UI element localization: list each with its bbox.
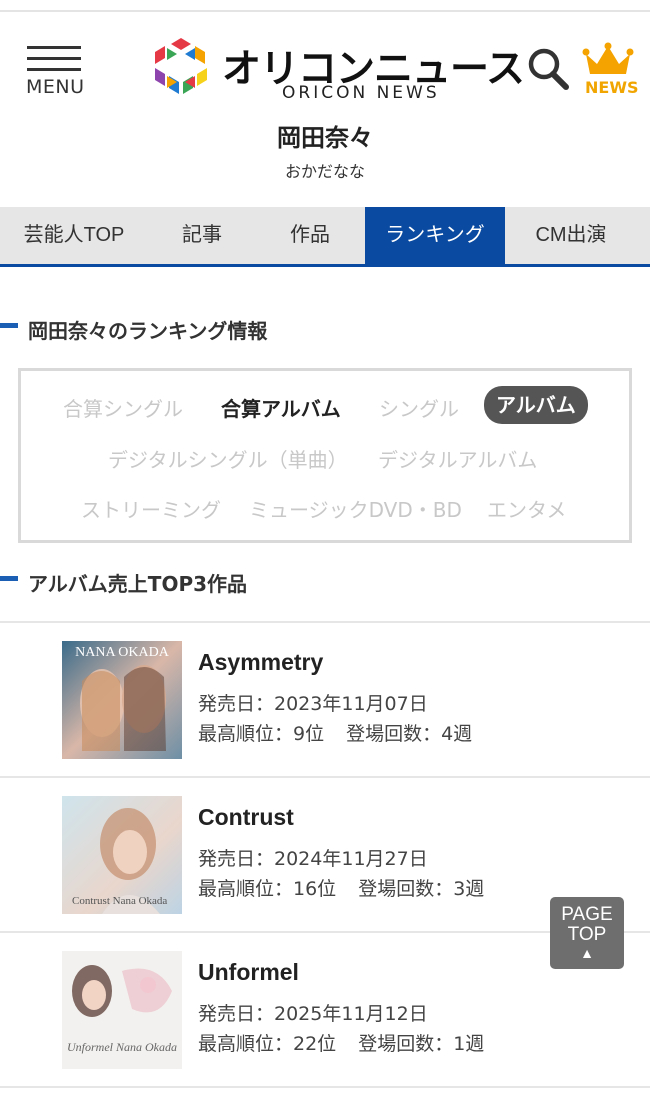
album-weeks-charted: 登場回数：3週 <box>358 878 485 900</box>
site-header: MENU オリコンニュース ORICON NEWS NEWS <box>0 12 650 120</box>
filter-combined-single: 合算シングル <box>63 397 183 421</box>
filter-album[interactable]: アルバム <box>484 386 588 424</box>
filter-combined-album[interactable]: 合算アルバム <box>221 393 341 422</box>
album-title[interactable]: Contrust <box>198 804 294 831</box>
album-chart-stats: 最高順位：9位 登場回数：4週 <box>198 719 494 746</box>
album-cover[interactable]: Unformel Nana Okada <box>62 951 182 1069</box>
artist-kana: おかだなな <box>284 162 365 181</box>
album-chart-stats: 最高順位：22位 登場回数：1週 <box>198 1029 506 1056</box>
hamburger-icon <box>27 46 81 49</box>
filter-streaming: ストリーミング <box>81 498 221 522</box>
ranking-filter-box: 合算シングル 合算アルバム シングル アルバム デジタルシングル（単曲） デジタ… <box>18 368 632 543</box>
albums-section-title: アルバム売上TOP3作品 <box>0 568 650 598</box>
tab-ranking[interactable]: ランキング <box>365 207 505 264</box>
search-icon <box>528 48 569 90</box>
filter-music-dvd-bd: ミュージックDVD・BD <box>249 498 462 522</box>
filter-entame: エンタメ <box>487 498 567 522</box>
menu-button[interactable]: MENU <box>24 42 86 112</box>
filter-single: シングル <box>379 397 459 421</box>
tab-articles[interactable]: 記事 <box>148 207 256 264</box>
news-ranking-button[interactable]: NEWS <box>580 42 640 108</box>
page-top-label-line2: TOP <box>567 924 607 945</box>
oricon-news-logo[interactable]: オリコンニュース ORICON NEWS <box>150 34 525 114</box>
album-release-date: 発売日：2024年11月27日 <box>198 848 428 870</box>
hamburger-icon-bar <box>27 68 81 71</box>
hamburger-icon-bar <box>27 57 81 60</box>
filter-digital-album: デジタルアルバム <box>378 448 538 472</box>
album-cover-image: Unformel Nana Okada <box>62 951 182 1069</box>
artist-tabs: 芸能人TOP 記事 作品 ランキング CM出演 <box>0 207 650 267</box>
album-peak-rank: 最高順位：22位 <box>198 1033 337 1055</box>
crown-icon <box>582 42 634 74</box>
artist-heading: 岡田奈々 おかだなな <box>0 124 650 182</box>
album-row[interactable]: NANA OKADA Asymmetry 発売日：2023年11月07日 最高順… <box>0 621 650 776</box>
section-marker <box>0 576 18 581</box>
ranking-section-title-text: 岡田奈々のランキング情報 <box>28 319 268 343</box>
page-top-label-line1: PAGE <box>561 904 613 925</box>
oricon-hexagon-logo-icon <box>155 38 207 94</box>
ranking-section-title: 岡田奈々のランキング情報 <box>0 315 650 345</box>
section-marker <box>0 323 18 328</box>
album-cover-image: NANA OKADA <box>62 641 182 759</box>
album-weeks-charted: 登場回数：1週 <box>358 1033 485 1055</box>
album-cover[interactable]: Contrust Nana Okada <box>62 796 182 914</box>
cover-title-text: NANA OKADA <box>75 645 170 660</box>
cover-title-text: Contrust Nana Okada <box>72 895 167 907</box>
page-top-button[interactable]: PAGE TOP ▲ <box>550 897 624 969</box>
album-title[interactable]: Unformel <box>198 959 299 986</box>
album-cover-image: Contrust Nana Okada <box>62 796 182 914</box>
album-chart-stats: 最高順位：16位 登場回数：3週 <box>198 874 506 901</box>
cover-title-text: Unformel Nana Okada <box>67 1040 177 1054</box>
album-weeks-charted: 登場回数：4週 <box>346 723 473 745</box>
album-release-date: 発売日：2023年11月07日 <box>198 693 428 715</box>
menu-label: MENU <box>26 76 85 98</box>
logo-english-text: ORICON NEWS <box>282 83 440 103</box>
album-peak-rank: 最高順位：9位 <box>198 723 325 745</box>
search-button[interactable] <box>525 46 571 92</box>
album-cover[interactable]: NANA OKADA <box>62 641 182 759</box>
news-label: NEWS <box>585 78 639 97</box>
filter-digital-single: デジタルシングル（単曲） <box>108 448 348 472</box>
album-release-date: 発売日：2025年11月12日 <box>198 1003 428 1025</box>
tab-cm[interactable]: CM出演 <box>505 207 637 264</box>
tab-works[interactable]: 作品 <box>256 207 364 264</box>
tab-talent-top[interactable]: 芸能人TOP <box>0 207 148 264</box>
album-peak-rank: 最高順位：16位 <box>198 878 337 900</box>
albums-section-title-text: アルバム売上TOP3作品 <box>28 572 248 596</box>
artist-name: 岡田奈々 <box>277 124 373 152</box>
arrow-up-icon: ▲ <box>580 945 594 961</box>
album-title[interactable]: Asymmetry <box>198 649 323 676</box>
